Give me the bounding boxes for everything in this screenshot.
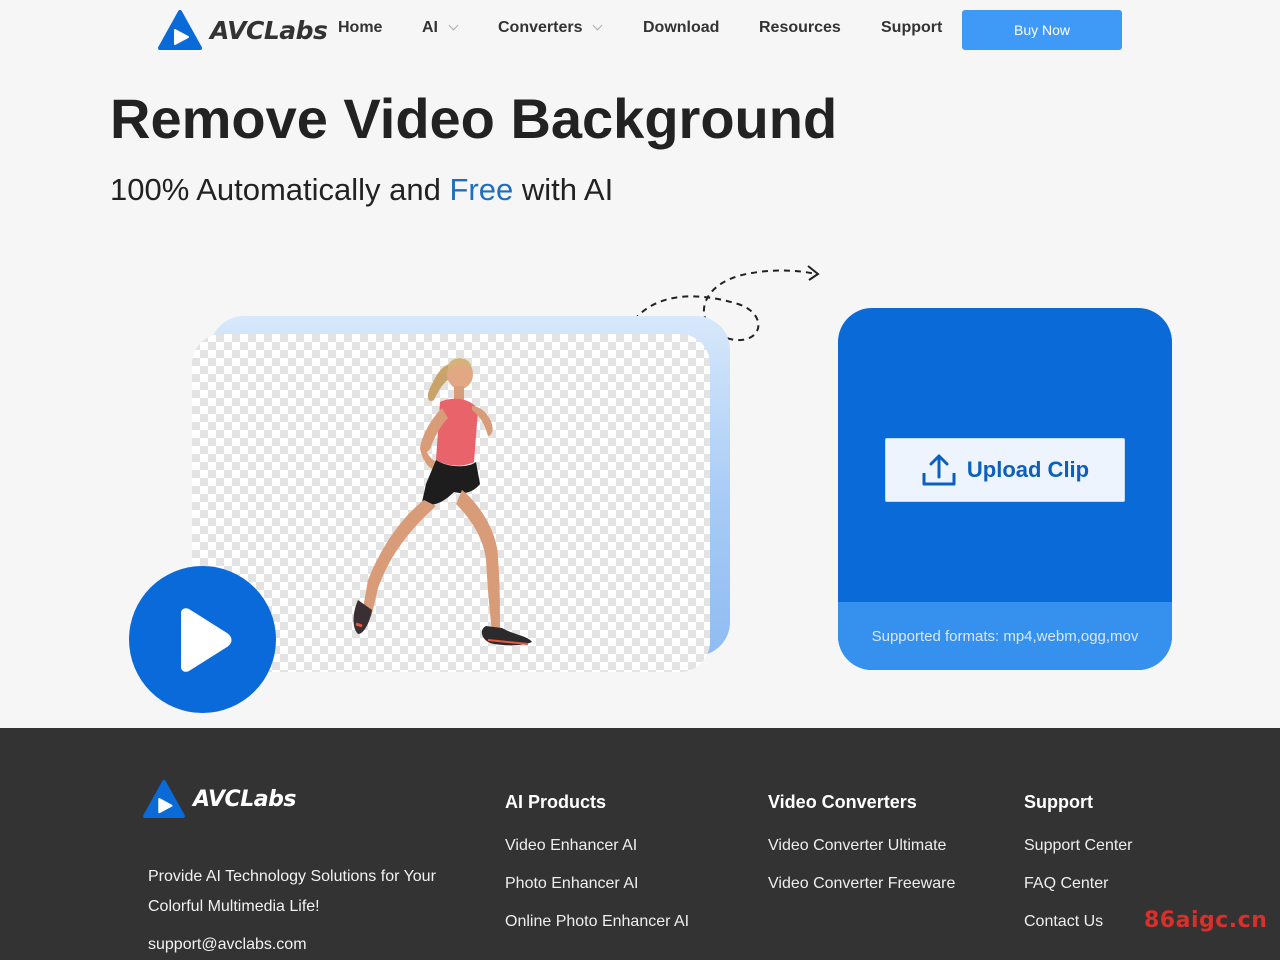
- play-icon: [180, 607, 231, 672]
- footer-col-support: Support Support Center FAQ Center Contac…: [1024, 792, 1133, 951]
- footer-col-ai-products: AI Products Video Enhancer AI Photo Enha…: [505, 792, 689, 951]
- nav-label: Home: [338, 19, 383, 36]
- upload-icon: [922, 454, 956, 486]
- brand-name: AVCLabs: [210, 15, 328, 45]
- nav-label: Support: [881, 19, 943, 36]
- footer-col-title: Video Converters: [768, 792, 917, 812]
- page-subtitle: 100% Automatically and Free with AI: [110, 172, 613, 208]
- buy-now-button[interactable]: Buy Now: [962, 10, 1122, 50]
- footer-link[interactable]: Online Photo Enhancer AI: [505, 913, 689, 931]
- site-header: AVCLabs Home AI Converters Download Reso…: [0, 0, 1280, 60]
- footer-col-title: AI Products: [505, 792, 607, 812]
- nav-label: Converters: [498, 19, 583, 36]
- site-footer: AVCLabs Provide AI Technology Solutions …: [0, 728, 1280, 960]
- nav-label: Download: [643, 19, 720, 36]
- subtitle-text: with AI: [513, 172, 614, 207]
- upload-clip-label: Upload Clip: [966, 457, 1090, 482]
- footer-col-title: Support: [1024, 792, 1093, 812]
- nav-converters[interactable]: Converters: [498, 19, 603, 37]
- footer-link[interactable]: Contact Us: [1024, 913, 1133, 931]
- footer-brand-name: AVCLabs: [193, 786, 296, 812]
- nav-ai[interactable]: AI: [422, 19, 459, 37]
- footer-logo[interactable]: AVCLabs: [143, 780, 296, 818]
- chevron-down-icon: [448, 20, 459, 31]
- footer-email[interactable]: support@avclabs.com: [148, 936, 307, 954]
- nav-resources[interactable]: Resources: [759, 19, 841, 37]
- footer-link[interactable]: Video Converter Ultimate: [768, 837, 955, 855]
- nav-support[interactable]: Support: [881, 19, 942, 37]
- watermark-text: 86aigc.cn: [1144, 908, 1268, 933]
- nav-label: AI: [422, 19, 438, 36]
- footer-link[interactable]: FAQ Center: [1024, 875, 1133, 893]
- avclabs-logo-icon: [158, 10, 202, 50]
- nav-label: Resources: [759, 19, 841, 36]
- subtitle-accent: Free: [449, 172, 514, 207]
- page-title: Remove Video Background: [110, 87, 838, 150]
- supported-formats: Supported formats: mp4,webm,ogg,mov: [838, 602, 1172, 670]
- footer-link[interactable]: Video Converter Freeware: [768, 875, 955, 893]
- upload-panel[interactable]: Upload Clip Supported formats: mp4,webm,…: [838, 308, 1172, 670]
- footer-tagline: Provide AI Technology Solutions for Your…: [148, 868, 436, 915]
- footer-link[interactable]: Photo Enhancer AI: [505, 875, 689, 893]
- footer-link[interactable]: Support Center: [1024, 837, 1133, 855]
- nav-home[interactable]: Home: [338, 19, 382, 37]
- runner-image: [353, 358, 532, 646]
- chevron-down-icon: [593, 20, 603, 31]
- footer-col-video-converters: Video Converters Video Converter Ultimat…: [768, 792, 955, 913]
- nav-download[interactable]: Download: [643, 19, 719, 37]
- footer-link[interactable]: Video Enhancer AI: [505, 837, 689, 855]
- upload-clip-button[interactable]: Upload Clip: [885, 438, 1125, 502]
- avclabs-logo-icon: [143, 780, 185, 818]
- play-button[interactable]: [129, 566, 276, 713]
- brand-logo[interactable]: AVCLabs: [158, 10, 328, 50]
- subtitle-text: 100% Automatically and: [110, 172, 450, 207]
